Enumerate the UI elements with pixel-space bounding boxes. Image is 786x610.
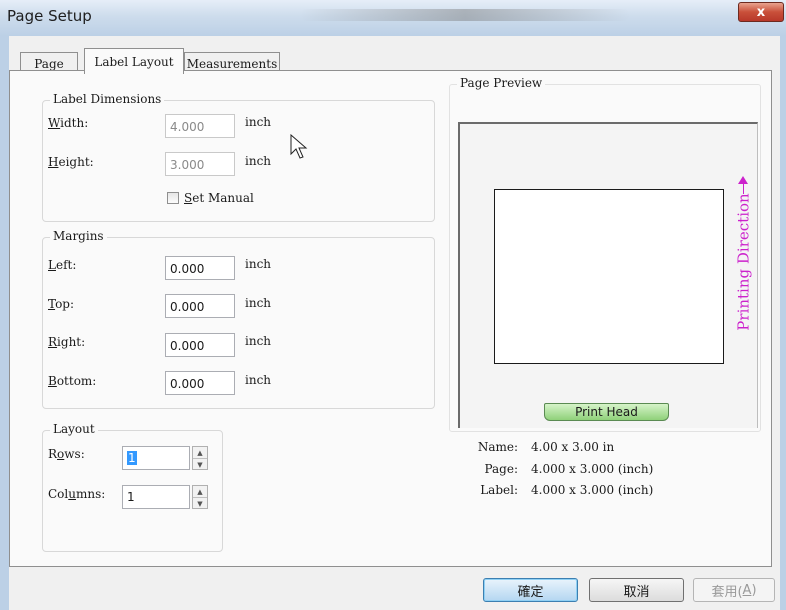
width-field[interactable]: 4.000 [165, 114, 235, 138]
info-label-key: Label: [480, 483, 518, 497]
rows-value: 1 [127, 451, 137, 465]
set-manual-label: Set Manual [184, 191, 254, 205]
top-margin-unit: inch [245, 296, 272, 310]
window-title: Page Setup [7, 7, 92, 25]
rows-label: Rows: [48, 447, 85, 461]
set-manual-checkbox[interactable] [167, 192, 179, 204]
tab-page-label: Page [34, 56, 64, 71]
columns-spinner[interactable]: ▲ ▼ [192, 485, 208, 509]
columns-label: Columns: [48, 487, 106, 501]
info-label-value: 4.000 x 3.000 (inch) [531, 483, 654, 497]
layout-legend: Layout [50, 422, 98, 436]
right-margin-field[interactable]: 0.000 [165, 333, 235, 357]
rows-down-arrow-icon[interactable]: ▼ [193, 458, 207, 470]
right-margin-label: Right: [48, 335, 86, 349]
columns-up-arrow-icon[interactable]: ▲ [193, 486, 207, 497]
close-button[interactable]: x [738, 2, 784, 22]
info-page-key: Page: [484, 462, 518, 476]
tab-label-layout[interactable]: Label Layout [84, 48, 184, 74]
right-margin-unit: inch [245, 334, 272, 348]
window-border-left [0, 36, 9, 610]
height-field[interactable]: 3.000 [165, 152, 235, 176]
top-margin-field[interactable]: 0.000 [165, 294, 235, 318]
margins-group: Margins [42, 229, 435, 409]
top-margin-label: Top: [48, 297, 75, 311]
rows-spinner[interactable]: ▲ ▼ [192, 446, 208, 470]
label-dimensions-legend: Label Dimensions [50, 92, 165, 106]
printing-direction-label: Printing Direction [735, 193, 753, 331]
print-head-indicator: Print Head [544, 403, 669, 421]
bottom-margin-unit: inch [245, 373, 272, 387]
rows-up-arrow-icon[interactable]: ▲ [193, 447, 207, 458]
left-margin-label: Left: [48, 258, 77, 272]
tab-measurements-label: Measurements [186, 56, 278, 71]
rows-input[interactable]: 1 [122, 446, 190, 470]
label-preview-rect [494, 189, 724, 364]
left-margin-unit: inch [245, 257, 272, 271]
close-icon: x [756, 4, 766, 20]
ok-button[interactable]: 確定 [483, 578, 578, 602]
page-preview-legend: Page Preview [457, 76, 546, 90]
apply-button[interactable]: 套用(A) [693, 578, 775, 602]
cancel-button[interactable]: 取消 [589, 578, 684, 602]
title-bar-glass-streak [300, 9, 630, 21]
mouse-cursor-icon [290, 134, 308, 159]
info-page-value: 4.000 x 3.000 (inch) [531, 462, 654, 476]
height-label: Height: [48, 155, 94, 169]
columns-down-arrow-icon[interactable]: ▼ [193, 497, 207, 509]
left-margin-field[interactable]: 0.000 [165, 256, 235, 280]
bottom-margin-field[interactable]: 0.000 [165, 371, 235, 395]
window-border-right [780, 36, 786, 610]
margins-legend: Margins [50, 229, 107, 243]
width-unit: inch [245, 115, 272, 129]
info-name-value: 4.00 x 3.00 in [531, 440, 615, 454]
height-unit: inch [245, 154, 272, 168]
info-name-key: Name: [477, 440, 518, 454]
title-bar: Page Setup x [0, 0, 786, 36]
bottom-margin-label: Bottom: [48, 374, 97, 388]
tab-label-layout-label: Label Layout [94, 54, 174, 69]
width-label: Width: [48, 116, 89, 130]
columns-input[interactable]: 1 [122, 485, 190, 509]
